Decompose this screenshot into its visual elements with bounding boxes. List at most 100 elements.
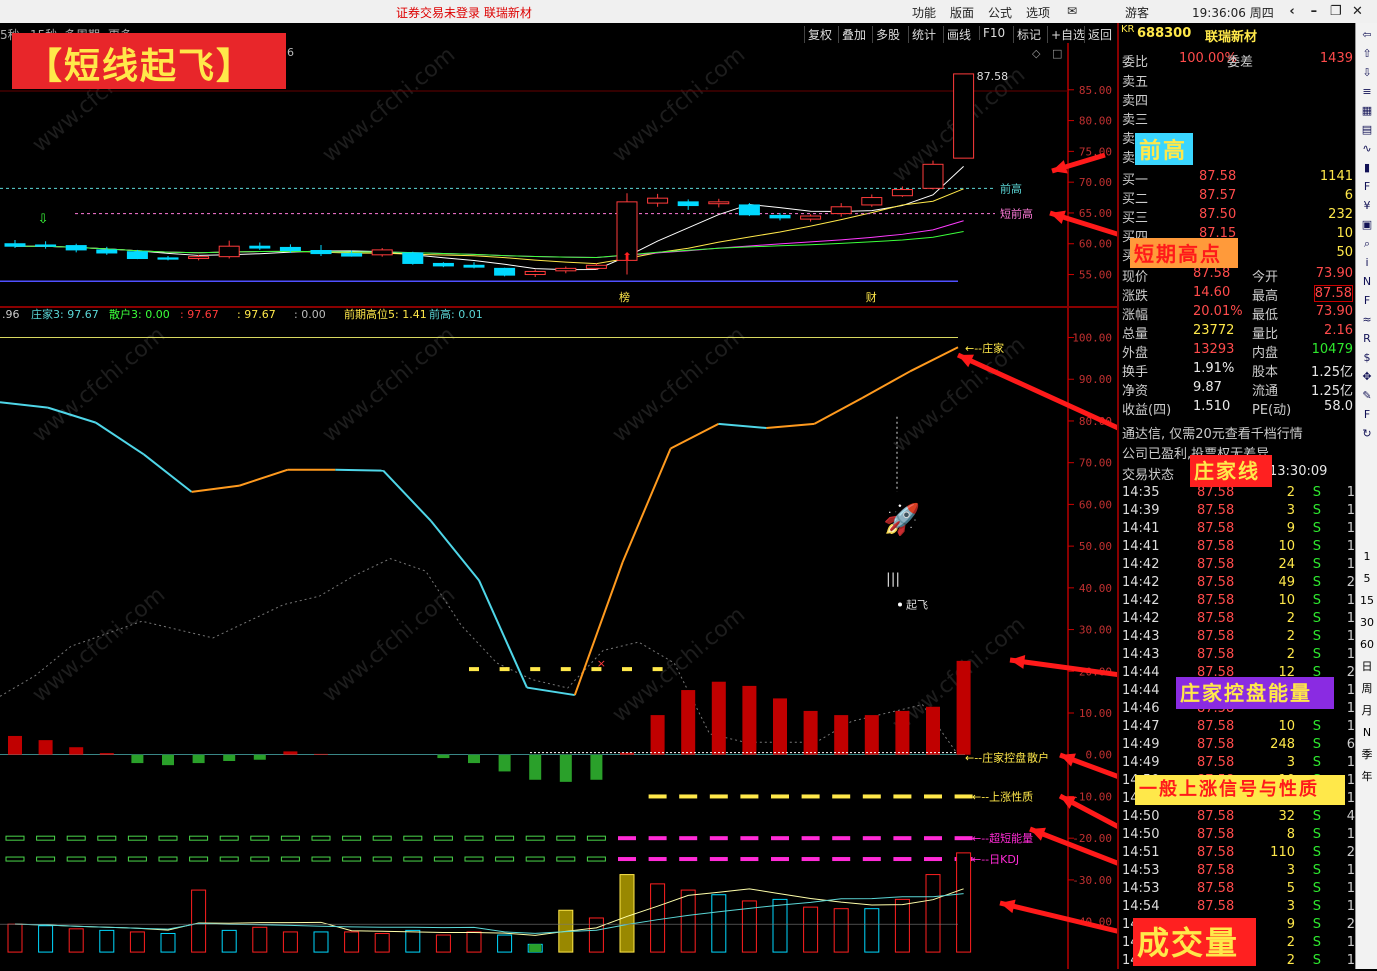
menu-function[interactable]: 功能 xyxy=(912,4,936,21)
ind-tick-label: 60.00 xyxy=(1079,498,1112,511)
news-icon[interactable]: N xyxy=(1358,274,1376,290)
toolbar-add-watch[interactable]: +自选 xyxy=(1047,26,1088,43)
minimize-icon[interactable]: – xyxy=(1305,4,1323,19)
period-button[interactable]: 周 xyxy=(1358,681,1376,697)
banker-segment xyxy=(909,346,959,373)
period-button[interactable]: 年 xyxy=(1358,769,1376,785)
move-icon[interactable]: ✥ xyxy=(1358,369,1376,385)
period-button[interactable]: 30 xyxy=(1358,615,1376,631)
toolbar-fq[interactable]: 复权 xyxy=(804,26,835,43)
candle-body xyxy=(647,197,669,204)
tick-count: 6 xyxy=(1346,737,1355,752)
refresh-icon[interactable]: ↻ xyxy=(1358,426,1376,442)
quote-label: 换手 xyxy=(1122,365,1149,380)
period-button[interactable]: 日 xyxy=(1358,659,1376,675)
banker-segment xyxy=(191,484,240,493)
energy-bar xyxy=(834,715,849,755)
mail-icon[interactable]: ✉ xyxy=(1067,4,1077,18)
search-icon[interactable]: ⌕ xyxy=(1358,236,1376,252)
period-button[interactable]: 季 xyxy=(1358,747,1376,763)
quote-value: 13293 xyxy=(1193,342,1235,357)
tick-row: 14:42 87.58 24 S 1 xyxy=(1119,557,1357,575)
period-button[interactable]: 15 xyxy=(1358,593,1376,609)
toolbar-multi[interactable]: 多股 xyxy=(872,26,903,43)
marker-dash xyxy=(560,667,571,672)
watermark-text: www.cfchi.com xyxy=(28,582,170,707)
kdj-dash xyxy=(832,857,851,862)
menu-options[interactable]: 选项 xyxy=(1026,4,1050,21)
quote-label: 涨幅 xyxy=(1122,308,1149,323)
volume-bar xyxy=(221,929,237,953)
f10-icon[interactable]: F xyxy=(1358,293,1376,309)
up-icon[interactable]: ⇧ xyxy=(1358,46,1376,62)
kline-icon[interactable]: ▮ xyxy=(1358,160,1376,176)
buy-row: 买一 87.58 1141 xyxy=(1119,169,1357,188)
price-tick-label: 85.00 xyxy=(1079,84,1112,97)
candle-body xyxy=(402,252,424,264)
login-status[interactable]: 证券交易未登录 联瑞新材 xyxy=(396,4,532,21)
toolbar-f10[interactable]: F10 xyxy=(979,26,1008,40)
notice-1[interactable]: 通达信, 仅需20元查看千档行情 xyxy=(1119,423,1357,442)
menu-formula[interactable]: 公式 xyxy=(988,4,1012,21)
rise-nature-dash xyxy=(740,794,759,799)
back-arrow-icon[interactable]: ‹ xyxy=(1283,4,1301,19)
kdj-dash xyxy=(586,856,606,862)
tick-price: 87.58 xyxy=(1197,575,1235,590)
ind-tick-label: 90.00 xyxy=(1079,373,1112,386)
money-icon[interactable]: ¥ xyxy=(1358,198,1376,214)
rise-nature-dash xyxy=(801,794,820,799)
toolbar-draw[interactable]: 画线 xyxy=(943,26,974,43)
kdj-dash xyxy=(219,856,239,862)
tick-volume: 32 xyxy=(1278,809,1295,824)
table-icon[interactable]: ▤ xyxy=(1358,122,1376,138)
short-energy-dash xyxy=(342,835,362,841)
grid-icon[interactable]: ▦ xyxy=(1358,103,1376,119)
toolbar-back[interactable]: 返回 xyxy=(1084,26,1115,43)
period-button[interactable]: 60 xyxy=(1358,637,1376,653)
info-icon[interactable]: i xyxy=(1358,255,1376,271)
dollar-icon[interactable]: $ xyxy=(1358,350,1376,366)
list-icon[interactable]: ≡ xyxy=(1358,84,1376,100)
toolbar-mark[interactable]: 标记 xyxy=(1013,26,1044,43)
menu-layout[interactable]: 版面 xyxy=(950,4,974,21)
short-high-tag-text: 短期高点 xyxy=(1134,242,1222,266)
fund-icon[interactable]: F xyxy=(1358,179,1376,195)
pen-icon[interactable]: ✎ xyxy=(1358,388,1376,404)
line-icon[interactable]: ∿ xyxy=(1358,141,1376,157)
down-icon[interactable]: ⇩ xyxy=(1358,65,1376,81)
sell-row: 卖三 xyxy=(1119,109,1357,128)
tick-time: 14:41 xyxy=(1122,539,1160,554)
chart-area[interactable]: www.cfchi.com www.cfchi.com www.cfchi.com w… xyxy=(0,43,1117,969)
period-button[interactable]: 1 xyxy=(1358,549,1376,565)
period-button[interactable]: 月 xyxy=(1358,703,1376,719)
tick-side: S xyxy=(1312,755,1321,770)
fs-icon[interactable]: F xyxy=(1358,407,1376,423)
marker-dash xyxy=(591,667,602,672)
rsi-icon[interactable]: R xyxy=(1358,331,1376,347)
candle-body xyxy=(738,204,760,216)
volume-tag: 成交量 xyxy=(1133,918,1256,966)
quote-label-2: 量比 xyxy=(1252,327,1279,342)
toolbar-overlay[interactable]: 叠加 xyxy=(838,26,869,43)
period-button[interactable]: 5 xyxy=(1358,571,1376,587)
volume-bar xyxy=(374,932,390,953)
back-icon[interactable]: ⇦ xyxy=(1358,27,1376,43)
restore-icon[interactable]: ❐ xyxy=(1327,4,1345,19)
period-button[interactable]: N xyxy=(1358,725,1376,741)
short-energy-dash xyxy=(525,835,545,841)
volume-bar xyxy=(772,898,788,953)
kdj-dash xyxy=(801,857,820,862)
diff-value: 1439 xyxy=(1319,51,1353,66)
tick-row: 14:50 87.58 8 S 1 xyxy=(1119,827,1357,845)
doc-icon[interactable]: ▣ xyxy=(1358,217,1376,233)
toolbar-stats[interactable]: 统计 xyxy=(908,26,939,43)
up-arrow-icon: ⬆ xyxy=(622,250,632,264)
close-icon[interactable]: ✕ xyxy=(1348,4,1366,19)
wave-icon[interactable]: ≈ xyxy=(1358,312,1376,328)
tick-price: 87.58 xyxy=(1197,557,1235,572)
tick-time: 14:35 xyxy=(1122,485,1160,500)
quote-label-2: 内盘 xyxy=(1252,346,1279,361)
user-label[interactable]: 游客 xyxy=(1125,4,1149,21)
marker-fin: 财 xyxy=(866,290,877,304)
candle-body xyxy=(555,267,577,272)
